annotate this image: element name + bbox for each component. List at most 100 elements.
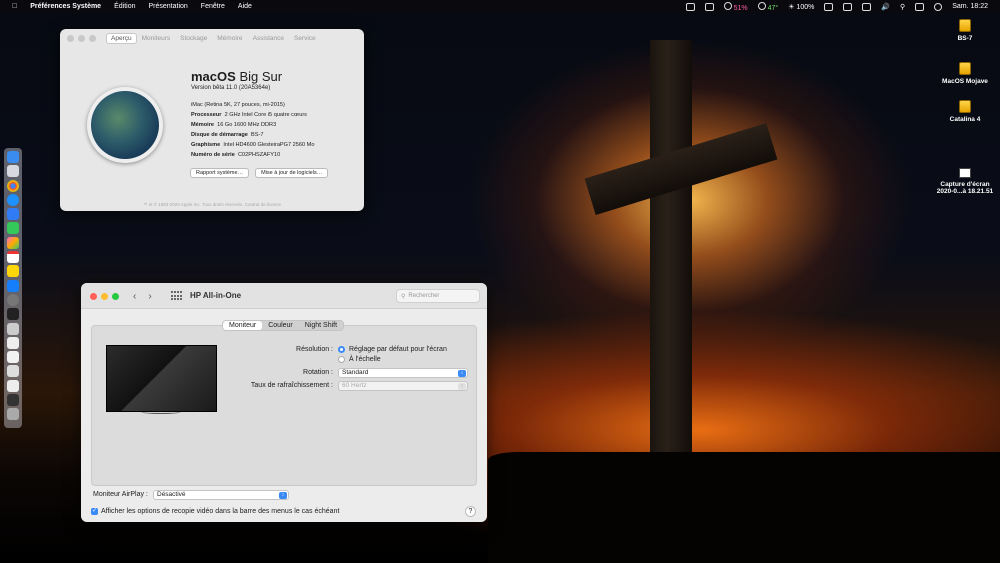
help-button[interactable]: ? — [465, 506, 476, 517]
dock — [4, 148, 22, 428]
tab-support[interactable]: Assistance — [248, 33, 289, 44]
search-icon: ⚲ — [401, 293, 406, 300]
siri-icon[interactable] — [934, 2, 943, 11]
photos-icon[interactable] — [7, 236, 19, 249]
menu-view[interactable]: Présentation — [148, 3, 187, 10]
tab-display[interactable]: Moniteur — [223, 321, 263, 330]
monitor-illustration — [106, 345, 217, 412]
disk-utility-icon[interactable] — [7, 322, 19, 335]
chrome-icon[interactable] — [7, 179, 19, 192]
desktop-drive-mojave[interactable]: MacOS Mojave — [930, 62, 1000, 85]
screen-mirroring-icon[interactable] — [862, 2, 872, 11]
desktop-icon-label: Capture d'écran — [940, 181, 990, 188]
temperature-value: 47° — [767, 4, 779, 12]
desktop-icon-label: BS-7 — [957, 35, 973, 42]
minimize-button[interactable] — [78, 35, 85, 42]
tab-displays[interactable]: Moniteurs — [137, 33, 176, 44]
resolution-scaled-radio[interactable] — [338, 356, 345, 363]
zoom-button[interactable] — [89, 35, 96, 42]
mountain-silhouette — [488, 452, 1000, 563]
system-preferences-icon[interactable] — [7, 293, 19, 306]
show-all-grid-icon[interactable] — [171, 291, 183, 301]
brightness-status[interactable]: ☀ 100% — [788, 3, 814, 11]
desktop-drive-catalina[interactable]: Catalina 4 — [930, 100, 1000, 123]
app-store-icon[interactable] — [7, 279, 19, 292]
macos-logo-icon — [87, 87, 163, 163]
close-button[interactable] — [67, 35, 74, 42]
trash-icon[interactable] — [7, 408, 19, 421]
resolution-label: Résolution : — [296, 346, 333, 353]
battery-status[interactable]: 51% — [723, 1, 748, 12]
spec-row: Disque de démarrage BS-7 — [191, 132, 264, 138]
downloads-icon[interactable] — [7, 379, 19, 392]
menu-window[interactable]: Fenêtre — [201, 3, 225, 10]
menu-edit[interactable]: Édition — [114, 3, 135, 10]
about-this-mac-window: Aperçu Moniteurs Stockage Mémoire Assist… — [60, 29, 364, 211]
tab-night-shift[interactable]: Night Shift — [299, 321, 343, 330]
drive-icon — [959, 19, 971, 32]
tab-overview[interactable]: Aperçu — [106, 33, 137, 44]
calendar-icon[interactable] — [7, 251, 19, 264]
window-titlebar: ‹ › HP All-in-One ⚲ Rechercher — [81, 283, 487, 309]
back-chevron-icon[interactable]: ‹ — [133, 291, 136, 302]
chevron-updown-icon: ↕ — [458, 383, 466, 390]
mirror-options-checkbox[interactable]: ✓ — [91, 508, 98, 515]
spotlight-search-icon[interactable]: ⚲ — [900, 3, 905, 11]
tab-storage[interactable]: Stockage — [175, 33, 212, 44]
temperature-status[interactable]: 47° — [757, 1, 779, 12]
folder-icon[interactable] — [7, 365, 19, 378]
volume-icon[interactable]: 🔊 — [881, 3, 890, 11]
menu-bar:  Préférences Système Édition Présentati… — [0, 0, 1000, 13]
cpu-monitor-icon[interactable] — [704, 2, 714, 11]
apple-menu-icon[interactable]:  — [12, 3, 17, 10]
notes-icon[interactable] — [7, 265, 19, 278]
airplay-label: Moniteur AirPlay : — [93, 491, 148, 498]
menu-app-name[interactable]: Préférences Système — [30, 3, 101, 10]
close-button[interactable] — [90, 293, 97, 300]
resolution-default-radio[interactable] — [338, 346, 345, 353]
tab-service[interactable]: Service — [289, 33, 321, 44]
safari-icon[interactable] — [7, 193, 19, 206]
preview-icon[interactable] — [7, 336, 19, 349]
desktop-drive-bs7[interactable]: BS-7 — [930, 19, 1000, 42]
battery-icon[interactable] — [843, 2, 853, 11]
airplay-select[interactable]: Désactivé ↕ — [153, 490, 289, 500]
tab-color[interactable]: Couleur — [262, 321, 299, 330]
refresh-rate-label: Taux de rafraîchissement : — [250, 382, 333, 389]
rotation-select[interactable]: Standard ↕ — [338, 368, 468, 378]
rotation-label: Rotation : — [303, 369, 333, 376]
menu-help[interactable]: Aide — [238, 3, 252, 10]
tab-memory[interactable]: Mémoire — [212, 33, 247, 44]
display-tabs: Moniteur Couleur Night Shift — [222, 320, 345, 331]
search-field[interactable]: ⚲ Rechercher — [396, 289, 480, 303]
minimize-button[interactable] — [101, 293, 108, 300]
control-center-icon[interactable] — [915, 2, 925, 11]
screenshot-utility-icon[interactable] — [7, 394, 19, 407]
desktop-screenshot-file[interactable]: Capture d'écran 2020-0...à 18.21.51 — [930, 168, 1000, 195]
battery-percent: 51% — [733, 4, 748, 12]
textedit-icon[interactable] — [7, 351, 19, 364]
forward-chevron-icon[interactable]: › — [148, 291, 151, 302]
drive-icon — [959, 100, 971, 113]
spec-row: Graphisme Intel HD4600 GlesteiraPG7 2560… — [191, 142, 315, 148]
thermometer-icon — [757, 1, 766, 10]
display-icon[interactable] — [824, 2, 834, 11]
terminal-icon[interactable] — [7, 308, 19, 321]
refresh-rate-select[interactable]: 60 Hertz ↕ — [338, 381, 468, 391]
window-title: HP All-in-One — [190, 291, 242, 300]
zoom-button[interactable] — [112, 293, 119, 300]
mail-icon[interactable] — [7, 208, 19, 221]
software-update-button[interactable]: Mise à jour de logiciels… — [255, 168, 329, 178]
cloud-icon[interactable] — [685, 2, 695, 11]
maps-icon[interactable] — [7, 222, 19, 235]
finder-icon[interactable] — [7, 151, 19, 163]
menu-clock[interactable]: Sam. 18:22 — [952, 3, 988, 10]
airplay-value: Désactivé — [157, 491, 186, 498]
desktop-icon-label: MacOS Mojave — [942, 78, 988, 85]
spec-model: iMac (Retina 5K, 27 pouces, mi-2015) — [191, 102, 285, 108]
resolution-default-label: Réglage par défaut pour l'écran — [349, 346, 447, 353]
monitor-stand — [141, 410, 181, 414]
system-report-button[interactable]: Rapport système… — [190, 168, 250, 178]
desktop-icon-label: Catalina 4 — [949, 116, 981, 123]
launchpad-icon[interactable] — [7, 165, 19, 178]
